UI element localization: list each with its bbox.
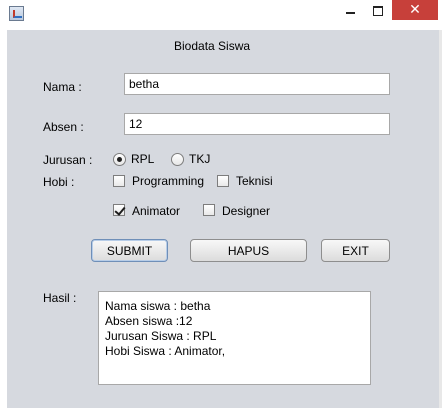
submit-button[interactable]: SUBMIT (91, 239, 168, 262)
hasil-textarea[interactable]: Nama siswa : betha Absen siswa :12 Jurus… (98, 291, 371, 385)
hasil-line: Absen siswa :12 (105, 314, 193, 328)
form-title: Biodata Siswa (174, 39, 251, 53)
window-bottom-border (0, 408, 442, 412)
hapus-button[interactable]: HAPUS (190, 239, 307, 262)
exit-button[interactable]: EXIT (321, 239, 390, 262)
hasil-line: Nama siswa : betha (105, 299, 211, 313)
checkbox-programming[interactable] (113, 175, 125, 187)
jurusan-label: Jurusan : (43, 153, 93, 167)
app-window: ✕ Biodata Siswa Nama : Absen : Jurusan :… (0, 0, 442, 412)
checkbox-programming-label[interactable]: Programming (132, 174, 204, 188)
maximize-icon (373, 6, 383, 16)
hasil-line: Jurusan Siswa : RPL (105, 329, 217, 343)
close-icon: ✕ (409, 2, 421, 18)
hasil-line: Hobi Siswa : Animator, (105, 344, 226, 358)
radio-rpl-label[interactable]: RPL (131, 152, 154, 166)
radio-rpl[interactable] (113, 153, 126, 166)
checkbox-animator[interactable] (113, 204, 125, 216)
checkbox-designer[interactable] (203, 204, 215, 216)
absen-label: Absen : (43, 120, 84, 134)
hobi-label: Hobi : (43, 175, 75, 189)
hasil-label: Hasil : (43, 291, 77, 305)
checkbox-teknisi[interactable] (217, 175, 229, 187)
minimize-button[interactable] (336, 0, 364, 22)
checkbox-designer-label[interactable]: Designer (222, 204, 270, 218)
radio-tkj[interactable] (171, 153, 184, 166)
absen-field[interactable] (124, 113, 390, 135)
minimize-icon (345, 12, 355, 14)
nama-field[interactable] (124, 73, 390, 95)
java-app-icon (9, 6, 24, 21)
checkbox-teknisi-label[interactable]: Teknisi (236, 174, 273, 188)
title-bar: ✕ (0, 0, 442, 30)
form-panel: Biodata Siswa Nama : Absen : Jurusan : R… (7, 30, 439, 408)
close-button[interactable]: ✕ (392, 0, 438, 20)
checkbox-animator-label[interactable]: Animator (132, 204, 180, 218)
window-left-border (0, 30, 7, 408)
nama-label: Nama : (43, 80, 82, 94)
radio-tkj-label[interactable]: TKJ (189, 152, 210, 166)
maximize-button[interactable] (364, 0, 392, 22)
